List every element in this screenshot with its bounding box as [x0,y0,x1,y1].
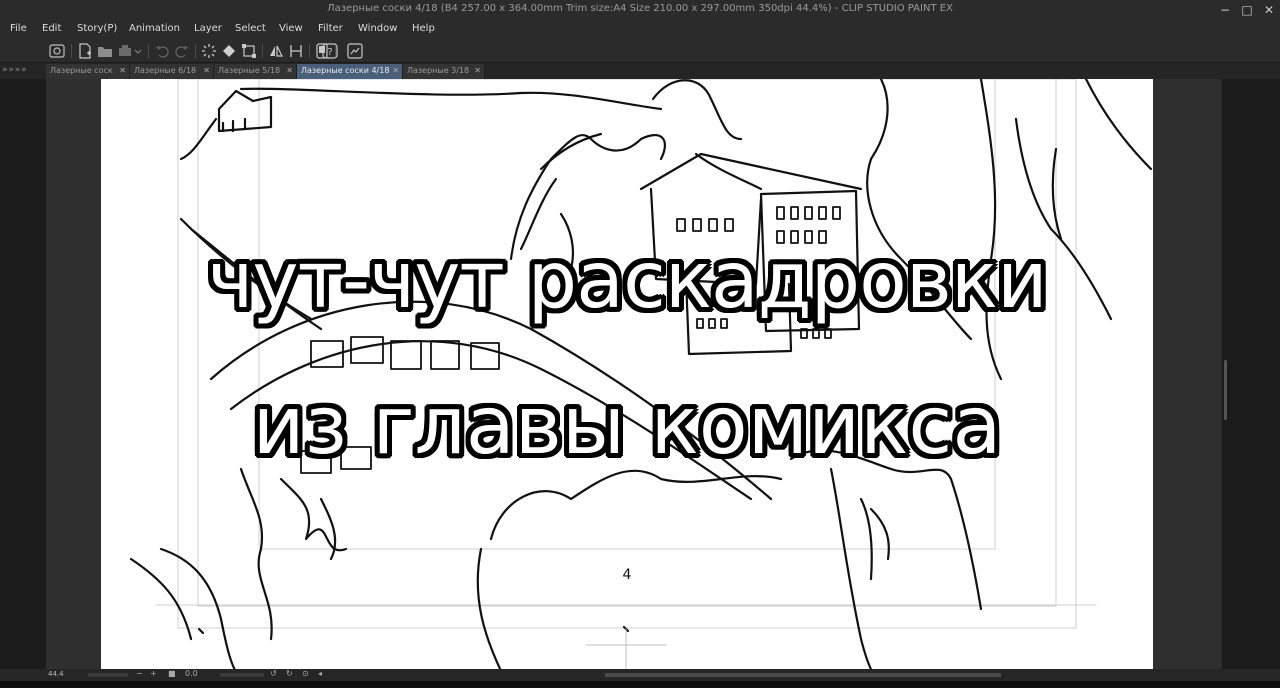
tab-label: Лазерные 6/18 [134,66,197,75]
tab-label: Лазерные соски 4/18 [301,66,390,75]
caption-line-2: из главы комикса [252,378,1003,473]
stop-icon[interactable]: ■ [168,669,176,678]
tab-close-icon[interactable]: ✕ [203,66,210,75]
clip-studio-icon[interactable] [48,42,66,60]
svg-text:?: ? [327,47,332,58]
tab-label: Лазерные 3/18 [407,66,470,75]
minimize-button[interactable]: − [1214,0,1236,20]
maximize-button[interactable]: □ [1236,0,1258,20]
flip-icon[interactable] [267,42,285,60]
fill-icon[interactable] [220,42,238,60]
menu-select[interactable]: Select [235,23,266,34]
menu-bar: File Edit Story(P) Animation Layer Selec… [0,20,1280,39]
horizontal-scrollbar[interactable] [605,673,1001,677]
tab-label: Лазерные 5/18 [218,66,281,75]
menu-animation[interactable]: Animation [129,23,180,34]
zoom-slider[interactable] [88,673,128,677]
zoom-in-icon[interactable]: + [150,669,157,678]
rotate-slider[interactable] [220,673,264,677]
window-title: Лазерные соски 4/18 (B4 257.00 x 364.00m… [327,3,953,14]
tab-close-icon[interactable]: ✕ [119,66,126,75]
tab-overflow-arrows[interactable]: » » » » [2,65,27,75]
tab-document-5[interactable]: Лазерные 3/18 ✕ [403,64,485,79]
rotate-left-icon[interactable]: ↺ [270,669,277,678]
transform-icon[interactable] [240,42,258,60]
document-tab-strip: » » » » Лазерные соск ✕ Лазерные 6/18 ✕ Ла… [0,63,1280,79]
flip-horizontal-icon[interactable]: ◂ [318,669,322,678]
open-folder-icon[interactable] [96,42,114,60]
menu-edit[interactable]: Edit [42,23,61,34]
save-dropdown-icon[interactable] [133,42,143,60]
menu-layer[interactable]: Layer [194,23,222,34]
undo-icon[interactable] [153,42,171,60]
zoom-out-icon[interactable]: − [136,669,143,678]
tab-document-1[interactable]: Лазерные соск ✕ [46,64,130,79]
angle-readout[interactable]: 0.0 [185,669,198,678]
tab-document-3[interactable]: Лазерные 5/18 ✕ [214,64,297,79]
menu-filter[interactable]: Filter [318,23,343,34]
zoom-readout[interactable]: 44.4 [48,670,64,678]
tab-document-2[interactable]: Лазерные 6/18 ✕ [130,64,214,79]
tab-document-active[interactable]: Лазерные соски 4/18 ✕ [297,64,403,79]
tab-close-icon[interactable]: ✕ [392,66,399,75]
menu-window[interactable]: Window [358,23,397,34]
menu-story[interactable]: Story(P) [77,23,117,34]
status-bar: 44.4 − + ■ 0.0 ↺ ↻ ⊙ ◂ [0,669,1280,681]
menu-file[interactable]: File [10,23,27,34]
command-bar: ? [0,39,1280,63]
menu-view[interactable]: View [279,23,303,34]
rotate-right-icon[interactable]: ↻ [286,669,293,678]
bottom-strip [0,681,1280,688]
menu-help[interactable]: Help [412,23,435,34]
left-dock [0,79,46,669]
page-number: 4 [623,567,632,583]
tab-close-icon[interactable]: ✕ [474,66,481,75]
save-icon[interactable] [116,42,134,60]
close-button[interactable]: ✕ [1258,0,1280,20]
gallery-icon[interactable] [346,42,364,60]
loading-icon[interactable] [200,42,218,60]
title-bar: Лазерные соски 4/18 (B4 257.00 x 364.00m… [0,0,1280,20]
canvas-page[interactable]: 4 [101,79,1153,671]
redo-icon[interactable] [173,42,191,60]
vertical-scrollbar[interactable] [1224,360,1227,420]
right-dock [1222,79,1280,669]
tab-label: Лазерные соск [50,66,113,75]
tab-close-icon[interactable]: ✕ [286,66,293,75]
help-icon[interactable]: ? [321,42,339,60]
reset-rotation-icon[interactable]: ⊙ [302,669,309,678]
new-file-icon[interactable] [76,42,94,60]
ruler-icon[interactable] [287,42,305,60]
storyboard-sketch: 4 [129,79,1153,671]
caption-line-1: чут-чут раскадровки [206,235,1048,327]
